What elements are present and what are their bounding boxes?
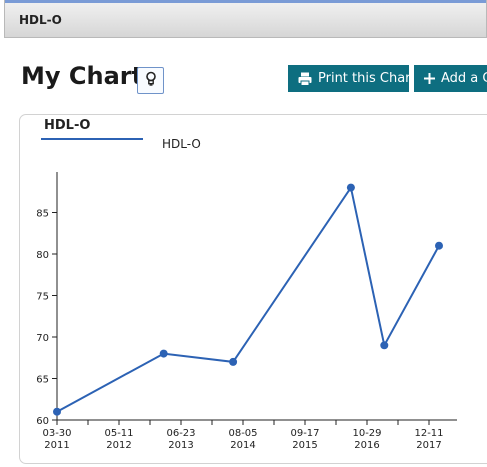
x-tick-label: 10-29 [352, 428, 381, 439]
x-tick-label: 03-30 [42, 428, 71, 439]
x-tick-year-label: 2011 [44, 440, 69, 451]
x-tick-year-label: 2012 [106, 440, 131, 451]
y-tick-label: 65 [36, 375, 49, 386]
y-tick-label: 70 [36, 333, 49, 344]
y-tick-label: 80 [36, 250, 49, 261]
data-point [159, 349, 168, 358]
x-tick-label: 09-17 [290, 428, 319, 439]
data-point [346, 183, 355, 192]
x-tick-label: 06-23 [166, 428, 195, 439]
hdl-o-line-chart: 60 65 70 75 80 85 03-302011 05-112012 06-232013 0… [36, 172, 457, 451]
y-tick-label: 75 [36, 292, 49, 303]
data-point [53, 407, 61, 416]
series-line [56, 185, 440, 413]
x-tick-label: 05-11 [104, 428, 133, 439]
x-tick-year-label: 2017 [416, 440, 441, 451]
x-tick-year-label: 2016 [354, 440, 379, 451]
data-point [435, 241, 443, 250]
x-tick-year-label: 2013 [168, 440, 193, 451]
y-tick-label: 85 [36, 209, 49, 220]
x-tick-year-label: 2015 [292, 440, 317, 451]
y-tick-label: 60 [36, 416, 49, 427]
data-point [380, 341, 389, 350]
data-point [229, 357, 238, 366]
x-tick-label: 12-11 [414, 428, 443, 439]
x-tick-year-label: 2014 [230, 440, 255, 451]
x-tick-label: 08-05 [228, 428, 257, 439]
